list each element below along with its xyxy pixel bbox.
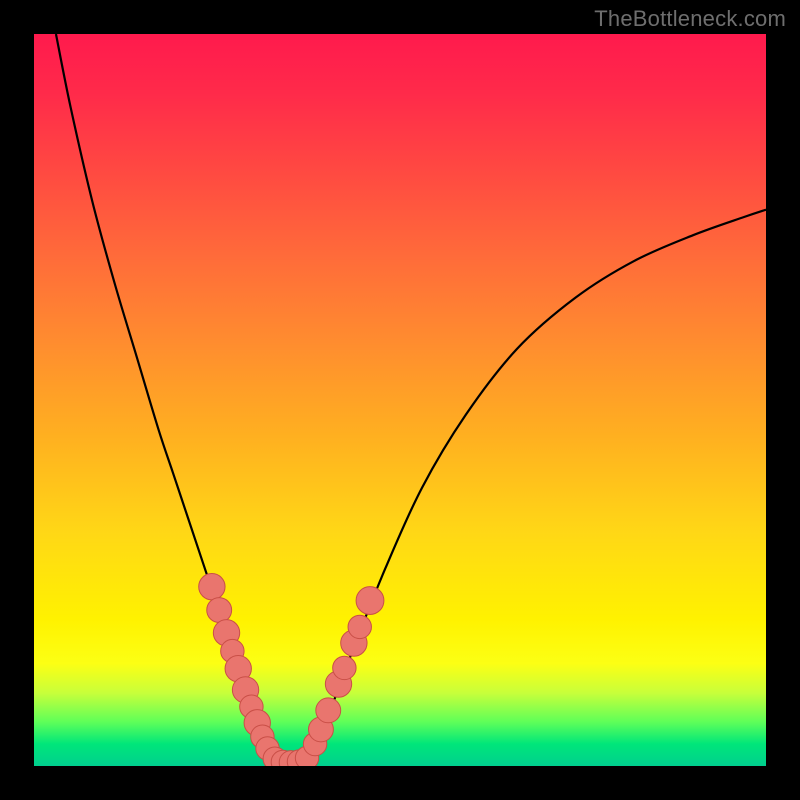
bead-right-2 [316, 698, 341, 723]
bead-right-4 [333, 656, 356, 679]
bead-right-7 [356, 587, 384, 615]
bead-left-1 [207, 598, 232, 623]
outer-frame: TheBottleneck.com [0, 0, 800, 800]
bead-right-6 [348, 615, 371, 638]
watermark-text: TheBottleneck.com [594, 6, 786, 32]
curve-svg [34, 34, 766, 766]
bead-group [199, 573, 384, 766]
bead-left-0 [199, 573, 225, 599]
plot-area [34, 34, 766, 766]
bottleneck-curve [56, 34, 766, 763]
